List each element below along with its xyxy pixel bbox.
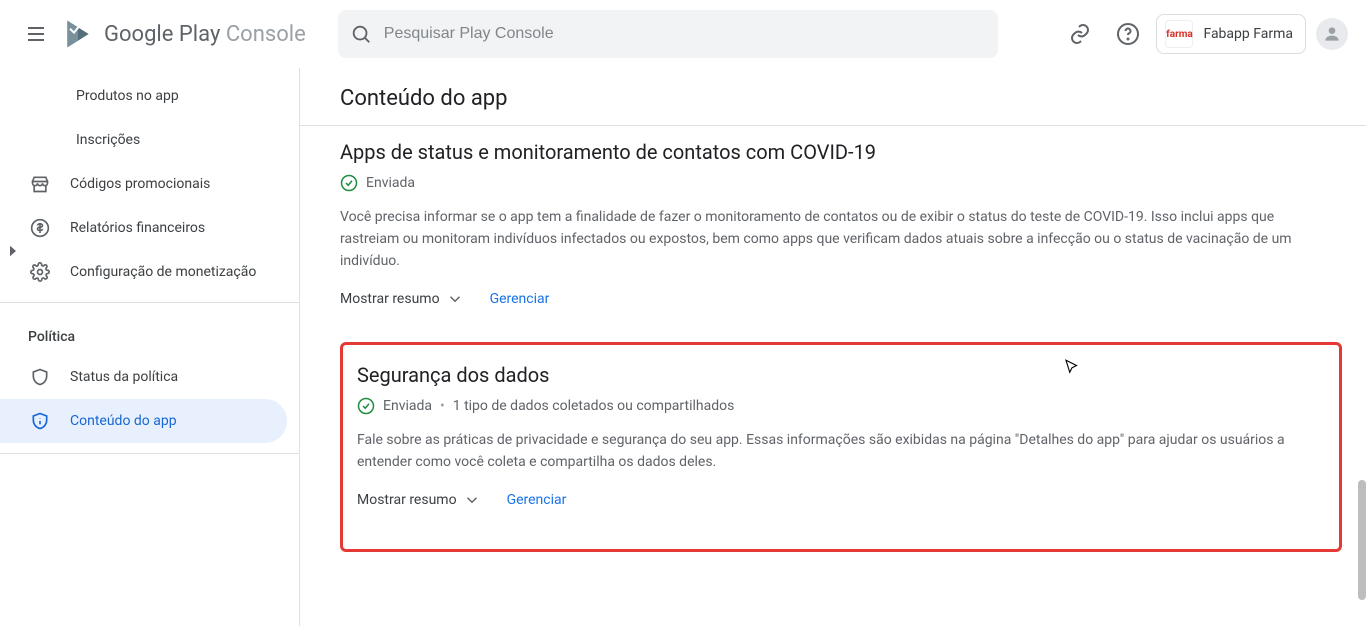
show-summary-label: Mostrar resumo: [357, 492, 457, 508]
main-content: Conteúdo do app Apps de status e monitor…: [300, 68, 1366, 626]
status-text: Enviada: [383, 398, 432, 414]
chevron-right-icon[interactable]: [4, 242, 22, 260]
sidebar-item-label: Códigos promocionais: [70, 176, 210, 192]
storefront-icon: [28, 172, 52, 196]
sidebar-item-label: Conteúdo do app: [70, 413, 177, 429]
chevron-down-icon: [446, 290, 464, 308]
sidebar-item-label: Inscrições: [76, 132, 140, 148]
status-extra-text: 1 tipo de dados coletados ou compartilha…: [453, 398, 735, 414]
sidebar-item-label: Produtos no app: [76, 88, 179, 104]
side-nav: Produtos no app Inscrições Códigos promo…: [0, 68, 300, 626]
check-circle-icon: [340, 174, 358, 192]
search-bar[interactable]: [338, 10, 998, 58]
manage-button[interactable]: Gerenciar: [490, 291, 550, 307]
shield-icon: [28, 365, 52, 389]
sidebar-item-products[interactable]: Produtos no app: [0, 74, 287, 118]
top-bar: Google Play Console farma Fabapp Farma: [0, 0, 1366, 68]
search-icon: [350, 23, 372, 45]
status-row: Enviada: [340, 174, 1334, 192]
sidebar-item-policy-status[interactable]: Status da política: [0, 355, 287, 399]
divider: [0, 453, 299, 454]
show-summary-button[interactable]: Mostrar resumo: [340, 290, 464, 308]
brand-text: Google Play Console: [104, 22, 306, 47]
sidebar-item-label: Relatórios financeiros: [70, 220, 205, 236]
separator-dot: •: [440, 398, 445, 414]
show-summary-label: Mostrar resumo: [340, 291, 440, 307]
shield-info-icon: [28, 409, 52, 433]
person-icon: [1322, 24, 1342, 44]
sidebar-section-policy: Política: [0, 311, 299, 355]
sidebar-item-app-content[interactable]: Conteúdo do app: [0, 399, 287, 443]
card-description: Fale sobre as práticas de privacidade e …: [357, 429, 1325, 473]
status-row: Enviada • 1 tipo de dados coletados ou c…: [357, 397, 1325, 415]
card-data-safety: Segurança dos dados Enviada • 1 tipo de …: [357, 363, 1325, 509]
card-title: Apps de status e monitoramento de contat…: [340, 140, 1334, 164]
sidebar-item-monetization-setup[interactable]: Configuração de monetização: [0, 250, 287, 294]
brand-logo[interactable]: Google Play Console: [62, 18, 306, 50]
developer-account-chip[interactable]: farma Fabapp Farma: [1156, 14, 1306, 54]
help-icon: [1116, 22, 1140, 46]
sidebar-item-label: Status da política: [70, 369, 178, 385]
scrollbar-thumb[interactable]: [1358, 480, 1366, 600]
main-menu-button[interactable]: [12, 10, 60, 58]
manage-button[interactable]: Gerenciar: [507, 492, 567, 508]
gear-icon: [28, 260, 52, 284]
dollar-circle-icon: [28, 216, 52, 240]
divider: [0, 302, 299, 303]
sidebar-item-label: Configuração de monetização: [70, 264, 256, 280]
card-description: Você precisa informar se o app tem a fin…: [340, 206, 1320, 272]
hamburger-icon: [24, 22, 48, 46]
card-title: Segurança dos dados: [357, 363, 1325, 387]
sidebar-item-promo-codes[interactable]: Códigos promocionais: [0, 162, 287, 206]
check-circle-icon: [357, 397, 375, 415]
sidebar-item-subscriptions[interactable]: Inscrições: [0, 118, 287, 162]
developer-name: Fabapp Farma: [1203, 26, 1293, 42]
developer-logo: farma: [1165, 20, 1193, 48]
search-input[interactable]: [384, 25, 990, 43]
link-icon: [1068, 22, 1092, 46]
page-title: Conteúdo do app: [340, 68, 1342, 125]
chevron-down-icon: [463, 491, 481, 509]
user-avatar[interactable]: [1316, 18, 1348, 50]
status-text: Enviada: [366, 175, 415, 191]
link-insert-button[interactable]: [1056, 10, 1104, 58]
show-summary-button[interactable]: Mostrar resumo: [357, 491, 481, 509]
help-button[interactable]: [1104, 10, 1152, 58]
card-covid-status: Apps de status e monitoramento de contat…: [340, 126, 1342, 326]
sidebar-item-financial-reports[interactable]: Relatórios financeiros: [0, 206, 287, 250]
play-console-icon: [62, 18, 94, 50]
card-data-safety-highlight: Segurança dos dados Enviada • 1 tipo de …: [340, 342, 1342, 552]
